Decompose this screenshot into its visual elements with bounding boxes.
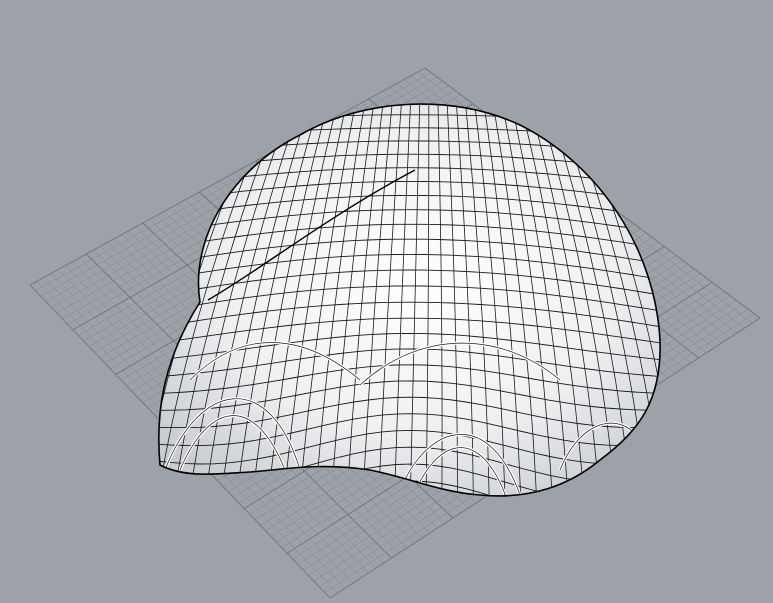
viewport-scene[interactable] [0, 0, 773, 603]
paneled-shell-model[interactable] [130, 89, 690, 520]
panel-row-line [158, 480, 661, 496]
shell-surface[interactable] [158, 104, 661, 496]
perspective-viewport[interactable] [0, 0, 773, 603]
